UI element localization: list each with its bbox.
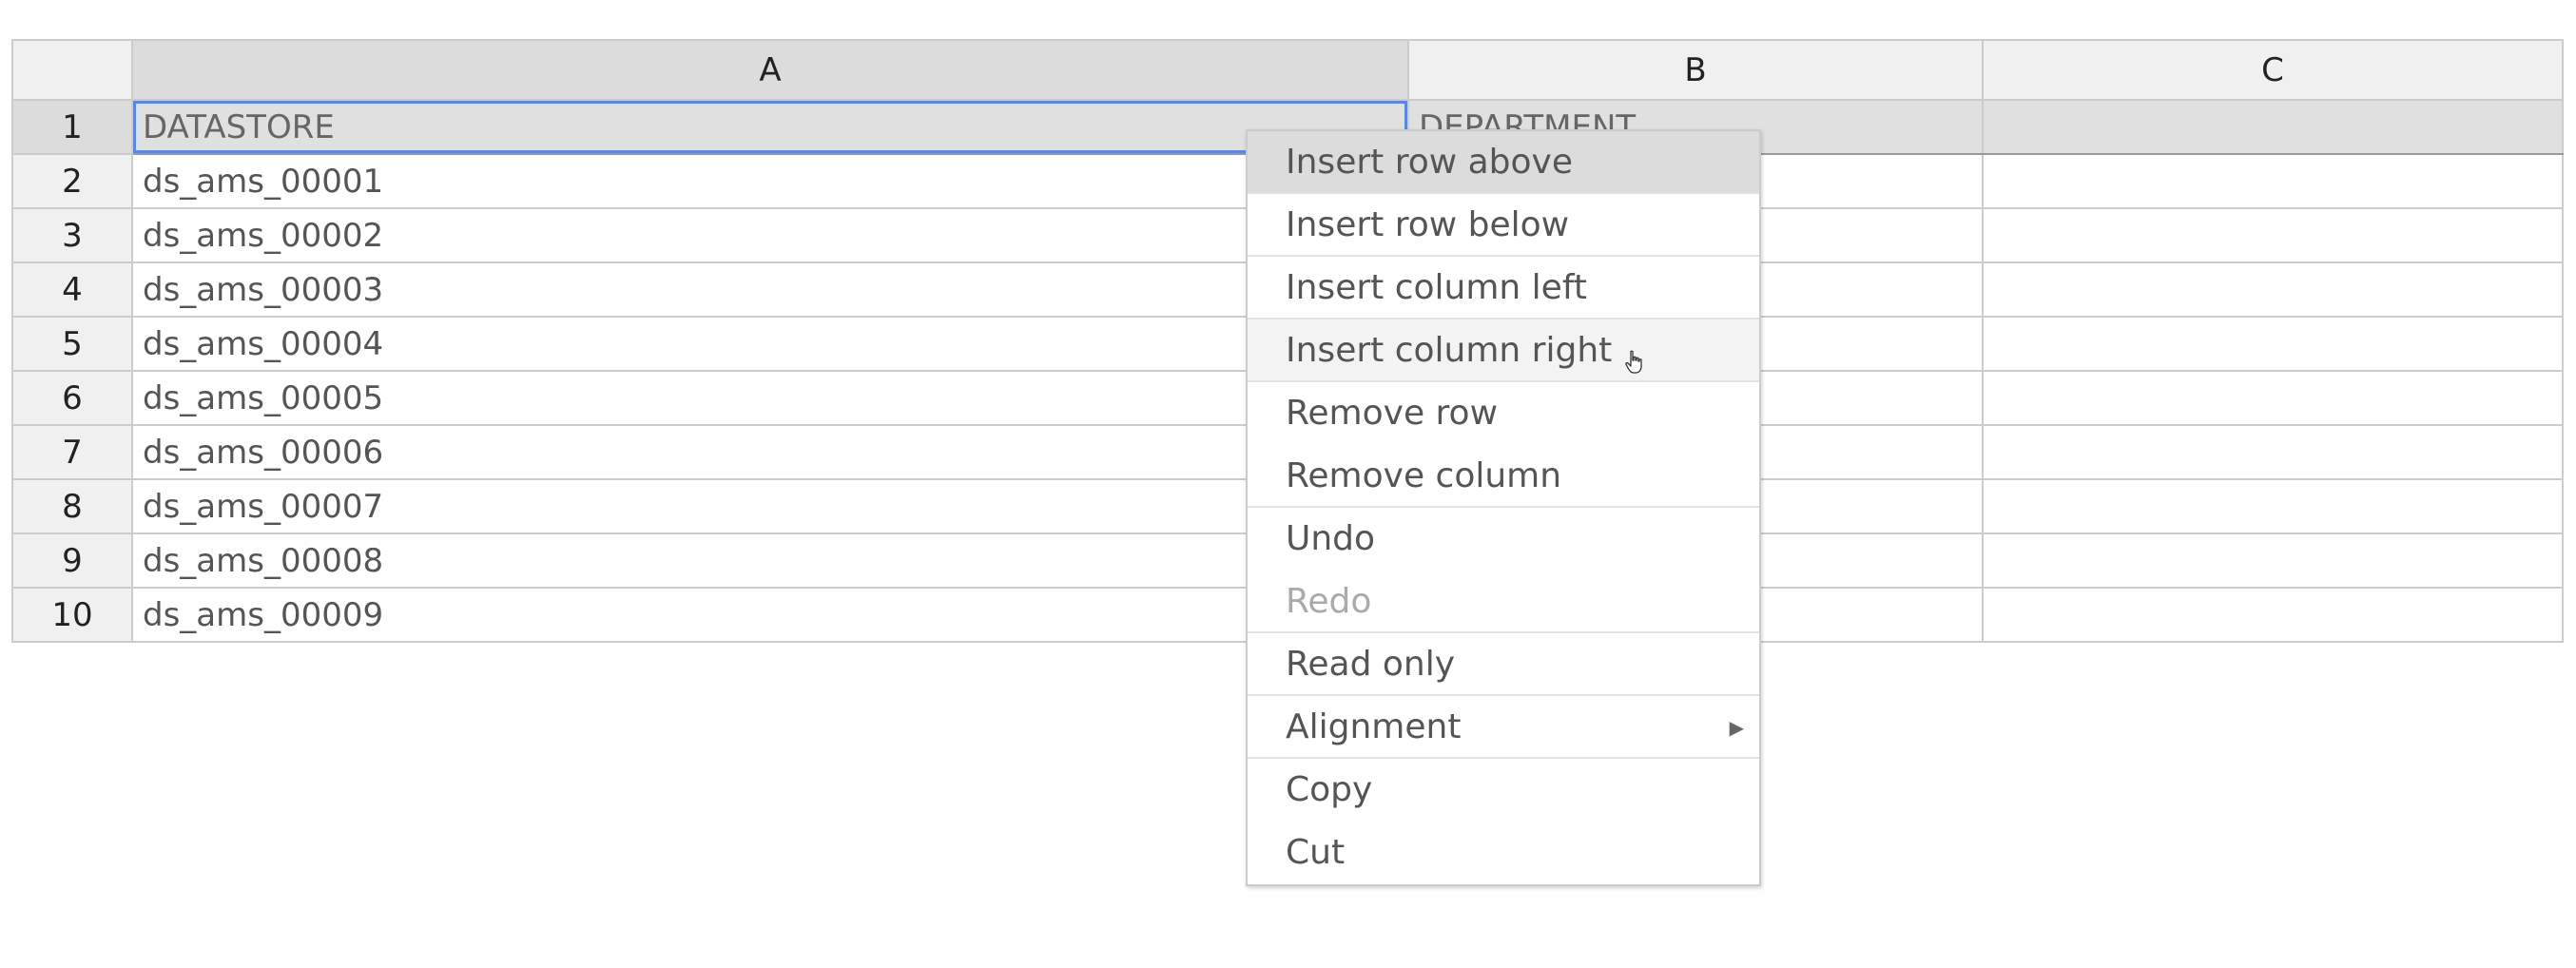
- cell-a8[interactable]: ds_ams_00007: [131, 478, 1409, 534]
- menu-item-alignment-label: Alignment: [1286, 707, 1462, 746]
- cell-a6[interactable]: ds_ams_00005: [131, 370, 1409, 426]
- cell-c6[interactable]: [1982, 370, 2564, 426]
- cell-a1[interactable]: DATASTORE: [131, 99, 1409, 155]
- column-header-row: A B C: [11, 39, 2564, 101]
- row-header[interactable]: 10: [11, 587, 133, 643]
- cell-c10[interactable]: [1982, 587, 2564, 643]
- cell-c1[interactable]: [1982, 99, 2564, 155]
- cell-c3[interactable]: [1982, 207, 2564, 263]
- context-menu: Insert row above Insert row below Insert…: [1246, 129, 1761, 886]
- row-header[interactable]: 5: [11, 316, 133, 372]
- menu-item-read-only[interactable]: Read only: [1248, 633, 1759, 696]
- menu-item-remove-column[interactable]: Remove column: [1248, 445, 1759, 508]
- menu-item-insert-column-left[interactable]: Insert column left: [1248, 257, 1759, 319]
- corner-header[interactable]: [11, 39, 133, 101]
- menu-item-insert-column-right[interactable]: Insert column right: [1248, 319, 1759, 382]
- cell-c5[interactable]: [1982, 316, 2564, 372]
- triangle-right-icon: ▶: [1729, 716, 1744, 739]
- cell-c2[interactable]: [1982, 153, 2564, 209]
- row-header[interactable]: 4: [11, 261, 133, 318]
- cell-a9[interactable]: ds_ams_00008: [131, 532, 1409, 589]
- cell-a3[interactable]: ds_ams_00002: [131, 207, 1409, 263]
- row-header[interactable]: 1: [11, 99, 133, 155]
- cell-a4[interactable]: ds_ams_00003: [131, 261, 1409, 318]
- menu-item-insert-row-above[interactable]: Insert row above: [1248, 131, 1759, 194]
- menu-item-redo: Redo: [1248, 571, 1759, 633]
- row-header[interactable]: 7: [11, 424, 133, 480]
- menu-item-insert-row-below[interactable]: Insert row below: [1248, 194, 1759, 257]
- cell-a2[interactable]: ds_ams_00001: [131, 153, 1409, 209]
- cell-c7[interactable]: [1982, 424, 2564, 480]
- menu-item-cut[interactable]: Cut: [1248, 822, 1759, 884]
- row-header[interactable]: 9: [11, 532, 133, 589]
- row-header[interactable]: 2: [11, 153, 133, 209]
- column-header-a[interactable]: A: [131, 39, 1409, 101]
- menu-item-undo[interactable]: Undo: [1248, 508, 1759, 571]
- cell-c8[interactable]: [1982, 478, 2564, 534]
- cell-c9[interactable]: [1982, 532, 2564, 589]
- cell-c4[interactable]: [1982, 261, 2564, 318]
- cell-a5[interactable]: ds_ams_00004: [131, 316, 1409, 372]
- menu-item-alignment[interactable]: Alignment ▶: [1248, 696, 1759, 759]
- cell-a10[interactable]: ds_ams_00009: [131, 587, 1409, 643]
- row-header[interactable]: 8: [11, 478, 133, 534]
- row-header[interactable]: 6: [11, 370, 133, 426]
- column-header-c[interactable]: C: [1982, 39, 2564, 101]
- cell-a7[interactable]: ds_ams_00006: [131, 424, 1409, 480]
- menu-item-remove-row[interactable]: Remove row: [1248, 382, 1759, 445]
- row-header[interactable]: 3: [11, 207, 133, 263]
- column-header-b[interactable]: B: [1407, 39, 1984, 101]
- hand-pointer-icon: [1625, 350, 1642, 374]
- menu-item-copy[interactable]: Copy: [1248, 759, 1759, 822]
